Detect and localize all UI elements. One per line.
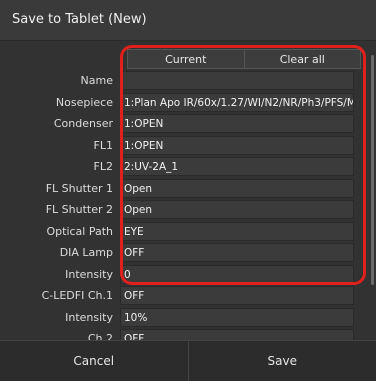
dialog-title: Save to Tablet (New)	[0, 0, 376, 41]
setting-label: Intensity	[65, 310, 113, 324]
cancel-button[interactable]: Cancel	[0, 341, 188, 381]
setting-label: Optical Path	[46, 224, 113, 238]
setting-value-field[interactable]: 10%	[120, 307, 354, 327]
setting-value-field[interactable]: EYE	[120, 221, 354, 241]
setting-value-field[interactable]: OFF	[120, 243, 354, 263]
settings-row: Name	[0, 70, 376, 92]
setting-label: Intensity	[65, 267, 113, 281]
settings-row: FL2 2:UV-2A_1	[0, 156, 376, 178]
setting-label: FL Shutter 2	[45, 203, 113, 217]
settings-row: Condenser 1:OPEN	[0, 113, 376, 135]
setting-value-field[interactable]	[120, 71, 354, 91]
setting-value-field[interactable]: OFF	[120, 286, 354, 306]
dialog-body: Current Clear all Name Nosepiece 1:Plan Ap…	[0, 41, 376, 341]
scrollbar[interactable]	[371, 55, 374, 285]
settings-row: FL Shutter 1 Open	[0, 178, 376, 200]
setting-value-field[interactable]: Open	[120, 200, 354, 220]
setting-value-field[interactable]: 0	[120, 264, 354, 284]
save-button[interactable]: Save	[187, 341, 376, 381]
setting-label: Condenser	[53, 117, 113, 131]
setting-label: FL2	[93, 160, 113, 174]
setting-value-field[interactable]: 1:OPEN	[120, 114, 354, 134]
setting-label: Name	[80, 74, 113, 88]
setting-value-field[interactable]: Open	[120, 178, 354, 198]
settings-list: Name Nosepiece 1:Plan Apo IR/60x/1.27/WI/N…	[0, 70, 376, 341]
settings-row: Nosepiece 1:Plan Apo IR/60x/1.27/WI/N2/NR…	[0, 92, 376, 114]
setting-value-field[interactable]: 1:Plan Apo IR/60x/1.27/WI/N2/NR/Ph3/PFS/…	[120, 92, 354, 112]
settings-row: FL Shutter 2 Open	[0, 199, 376, 221]
dialog-footer: Cancel Save	[0, 340, 376, 381]
clear-all-button[interactable]: Clear all	[244, 49, 361, 69]
setting-label: DIA Lamp	[59, 246, 113, 260]
save-to-tablet-dialog: Save to Tablet (New) Current Clear all N…	[0, 0, 376, 381]
setting-label: C-LEDFI Ch.1	[41, 289, 113, 303]
current-button[interactable]: Current	[127, 49, 245, 69]
settings-row: DIA Lamp OFF	[0, 242, 376, 264]
settings-row: Intensity 10%	[0, 307, 376, 329]
setting-label: FL1	[93, 138, 113, 152]
setting-label: Nosepiece	[55, 95, 113, 109]
header-buttons: Current Clear all	[127, 49, 361, 69]
settings-row: FL1 1:OPEN	[0, 135, 376, 157]
settings-row: C-LEDFI Ch.1 OFF	[0, 285, 376, 307]
settings-row: Intensity 0	[0, 264, 376, 286]
setting-value-field[interactable]: 1:OPEN	[120, 135, 354, 155]
settings-row: Optical Path EYE	[0, 221, 376, 243]
setting-label: FL Shutter 1	[45, 181, 113, 195]
setting-value-field[interactable]: 2:UV-2A_1	[120, 157, 354, 177]
